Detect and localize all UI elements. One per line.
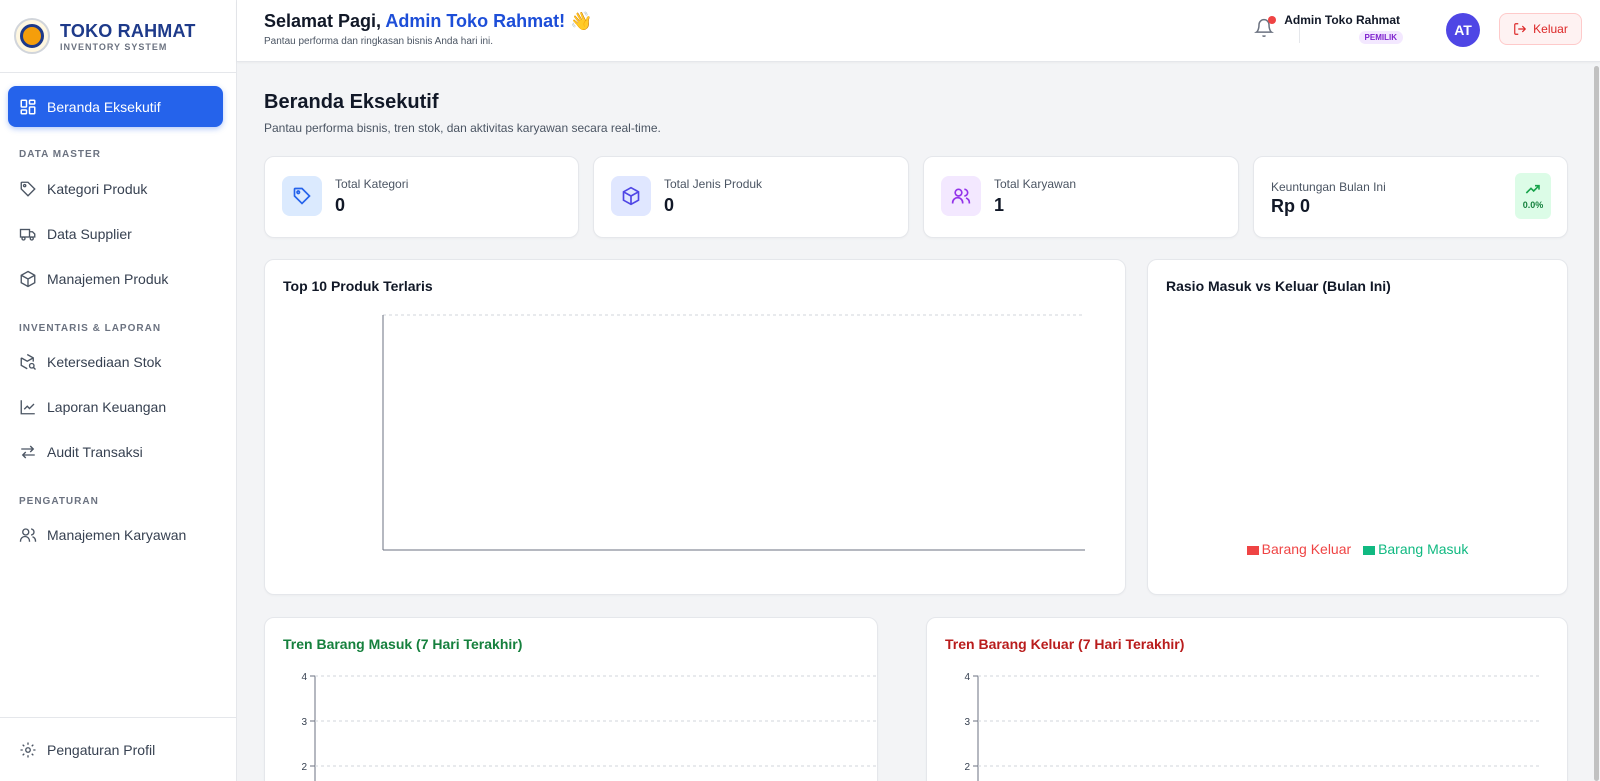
- stat-card-total-kategori: Total Kategori 0: [264, 156, 579, 238]
- sidebar-item-label: Audit Transaksi: [47, 444, 143, 460]
- y-tick-label: 2: [964, 762, 970, 773]
- logout-icon: [1514, 23, 1527, 35]
- trend-badge: 0.0%: [1515, 173, 1551, 219]
- legend-item-barang-keluar[interactable]: Barang Keluar: [1246, 541, 1352, 557]
- sidebar-item-label: Kategori Produk: [47, 181, 148, 197]
- stat-card-keuntungan-bulan-ini: Keuntungan Bulan Ini Rp 0 0.0%: [1253, 156, 1568, 238]
- notification-dot: [1268, 16, 1276, 24]
- chart-legend: Barang Keluar Barang Masuk: [1148, 541, 1567, 557]
- users-icon: [951, 188, 971, 204]
- dashboard-icon: [20, 99, 36, 114]
- stat-value: Rp 0: [1271, 196, 1311, 216]
- role-badge: PEMILIK: [1358, 31, 1403, 44]
- sidebar-item-label: Ketersediaan Stok: [47, 354, 162, 370]
- gear-icon: [20, 742, 36, 757]
- chart-card-ratio: Rasio Masuk vs Keluar (Bulan Ini) Barang…: [1147, 259, 1568, 595]
- sidebar-item-data-supplier[interactable]: Data Supplier: [19, 224, 132, 244]
- legend-item-barang-masuk[interactable]: Barang Masuk: [1363, 541, 1468, 557]
- sidebar-item-laporan-keuangan[interactable]: Laporan Keuangan: [19, 397, 166, 417]
- user-name: Admin Toko Rahmat: [1284, 13, 1400, 27]
- stat-value: 0: [335, 195, 346, 215]
- legend-label: Barang Keluar: [1261, 541, 1352, 557]
- y-tick-label: 3: [301, 717, 307, 728]
- users-icon: [19, 528, 37, 542]
- sidebar-item-kategori-produk[interactable]: Kategori Produk: [19, 179, 147, 199]
- sidebar-item-manajemen-karyawan[interactable]: Manajemen Karyawan: [19, 525, 186, 545]
- stat-icon-wrap: [941, 176, 981, 216]
- stat-label: Total Kategori: [335, 177, 409, 191]
- chart-card-top-products: Top 10 Produk Terlaris: [264, 259, 1126, 595]
- sidebar-item-audit-transaksi[interactable]: Audit Transaksi: [19, 442, 143, 462]
- chart-card-trend-masuk: Tren Barang Masuk (7 Hari Terakhir) 4 3 …: [264, 617, 879, 781]
- section-data-master: DATA MASTER: [19, 149, 101, 160]
- sidebar-item-beranda-eksekutif[interactable]: Beranda Eksekutif: [8, 86, 223, 127]
- wave-emoji: 👋: [570, 11, 593, 31]
- sidebar-item-label: Manajemen Karyawan: [47, 527, 187, 543]
- bar-chart-top-products: [382, 314, 1085, 551]
- stat-card-total-karyawan: Total Karyawan 1: [923, 156, 1239, 238]
- stat-label: Total Jenis Produk: [664, 177, 763, 191]
- trending-up-icon: [1525, 184, 1540, 194]
- sidebar-item-label: Pengaturan Profil: [47, 741, 156, 758]
- chart-title: Rasio Masuk vs Keluar (Bulan Ini): [1166, 278, 1391, 294]
- brand[interactable]: TOKO RAHMAT INVENTORY SYSTEM: [0, 0, 236, 73]
- line-chart-trend-keluar: 4 3 2: [964, 672, 1542, 781]
- page-subtitle: Pantau performa bisnis, tren stok, dan a…: [264, 121, 661, 135]
- trend-value: 0.0%: [1522, 200, 1544, 210]
- sidebar-item-ketersediaan-stok[interactable]: Ketersediaan Stok: [19, 352, 161, 372]
- greeting-subtitle: Pantau performa dan ringkasan bisnis And…: [264, 36, 494, 47]
- sidebar: TOKO RAHMAT INVENTORY SYSTEM Beranda Eks…: [0, 0, 237, 781]
- y-tick-label: 3: [964, 717, 970, 728]
- arrows-swap-icon: [21, 445, 35, 459]
- y-tick-label: 4: [301, 672, 307, 683]
- top-header: Selamat Pagi, Admin Toko Rahmat! 👋 Panta…: [237, 0, 1600, 62]
- stat-icon-wrap: [282, 176, 322, 216]
- stat-icon-wrap: [611, 176, 651, 216]
- box-icon: [20, 270, 36, 288]
- sidebar-item-label: Beranda Eksekutif: [47, 98, 161, 115]
- section-pengaturan: PENGATURAN: [19, 496, 99, 507]
- sidebar-item-pengaturan-profil[interactable]: Pengaturan Profil: [0, 717, 236, 781]
- sidebar-item-label: Laporan Keuangan: [47, 399, 167, 415]
- logout-label: Keluar: [1533, 22, 1568, 36]
- brand-name: TOKO RAHMAT: [60, 20, 196, 41]
- truck-icon: [19, 228, 36, 241]
- line-chart-icon: [20, 400, 35, 415]
- legend-label: Barang Masuk: [1378, 541, 1469, 557]
- page-title: Beranda Eksekutif: [264, 91, 439, 113]
- stat-card-total-jenis-produk: Total Jenis Produk 0: [593, 156, 909, 238]
- sidebar-item-label: Manajemen Produk: [47, 271, 169, 287]
- line-chart-trend-masuk: 4 3 2: [301, 672, 879, 781]
- y-tick-label: 2: [301, 762, 307, 773]
- stat-value: 0: [664, 195, 675, 215]
- avatar[interactable]: AT: [1446, 13, 1480, 47]
- logout-button[interactable]: Keluar: [1499, 13, 1582, 45]
- stat-value: 1: [994, 195, 1005, 215]
- sidebar-item-label: Data Supplier: [47, 226, 132, 242]
- tag-icon: [20, 181, 36, 197]
- sidebar-item-manajemen-produk[interactable]: Manajemen Produk: [19, 269, 168, 289]
- stat-label: Total Karyawan: [994, 177, 1077, 191]
- greeting: Selamat Pagi, Admin Toko Rahmat! 👋: [264, 11, 593, 32]
- y-tick-label: 4: [964, 672, 970, 683]
- chart-card-trend-keluar: Tren Barang Keluar (7 Hari Terakhir) 4 3…: [926, 617, 1568, 781]
- logo: [14, 18, 50, 54]
- greeting-prefix: Selamat Pagi,: [264, 11, 382, 31]
- box-icon: [622, 186, 640, 206]
- greeting-name: Admin Toko Rahmat!: [385, 11, 566, 31]
- scrollbar[interactable]: [1594, 66, 1599, 781]
- brand-subtitle: INVENTORY SYSTEM: [60, 41, 168, 52]
- stat-label: Keuntungan Bulan Ini: [1271, 180, 1386, 194]
- tag-icon: [293, 187, 311, 205]
- package-search-icon: [20, 353, 36, 370]
- section-inventaris-laporan: INVENTARIS & LAPORAN: [19, 323, 162, 334]
